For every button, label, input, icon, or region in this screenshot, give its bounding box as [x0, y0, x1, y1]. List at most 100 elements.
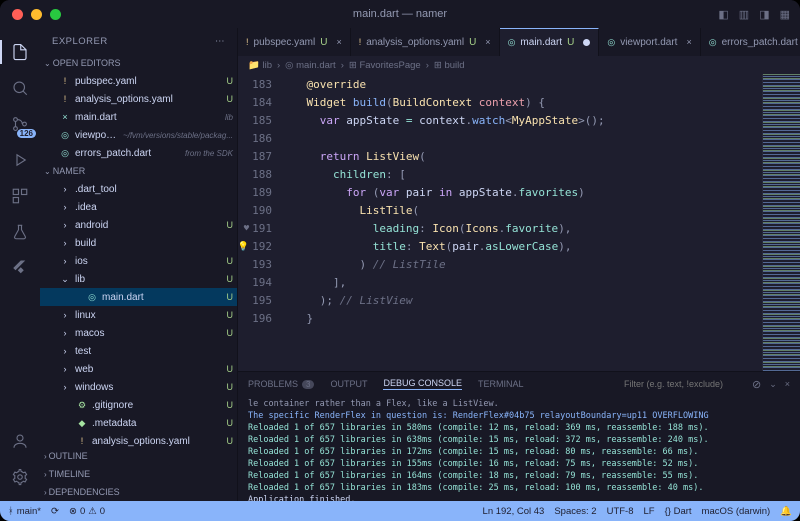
- breadcrumb-item[interactable]: ⊞ build: [434, 60, 465, 71]
- file-tree-item[interactable]: ›webU: [40, 360, 237, 378]
- console-line: Reloaded 1 of 657 libraries in 155ms (co…: [248, 458, 790, 470]
- outline-section[interactable]: ›OUTLINE: [40, 447, 237, 465]
- activity-bar: 126: [0, 28, 40, 501]
- file-icon: ◎: [607, 37, 615, 48]
- status-device[interactable]: macOS (darwin): [702, 506, 771, 517]
- gear-icon[interactable]: [0, 461, 40, 493]
- layout-panel-icon[interactable]: ▥: [739, 8, 749, 21]
- file-tree-item[interactable]: ◎main.dartU: [40, 288, 237, 306]
- code-area[interactable]: @override Widget build(BuildContext cont…: [280, 74, 762, 371]
- open-editor-item[interactable]: !analysis_options.yamlU: [40, 90, 237, 108]
- editor-tabs: !pubspec.yamlU×!analysis_options.yamlU×◎…: [238, 28, 800, 56]
- flutter-icon[interactable]: [0, 252, 40, 284]
- close-panel-icon[interactable]: ×: [785, 379, 790, 389]
- file-icon: ×: [58, 112, 72, 122]
- file-tree-item[interactable]: ›.dart_tool: [40, 180, 237, 198]
- customize-layout-icon[interactable]: ▦: [780, 8, 790, 21]
- status-eol[interactable]: LF: [644, 506, 655, 517]
- chevron-icon: ›: [58, 328, 72, 338]
- file-icon: !: [75, 436, 89, 446]
- file-tree-item[interactable]: ⚙.gitignoreU: [40, 396, 237, 414]
- accounts-icon[interactable]: [0, 425, 40, 457]
- status-lncol[interactable]: Ln 192, Col 43: [483, 506, 545, 517]
- console-line: le container rather than a Flex, like a …: [248, 398, 790, 410]
- close-tab-icon[interactable]: ×: [485, 37, 490, 47]
- file-tree-item[interactable]: ›build: [40, 234, 237, 252]
- console-line: Reloaded 1 of 657 libraries in 164ms (co…: [248, 470, 790, 482]
- status-errors[interactable]: ⊗ 0 ⚠ 0: [69, 506, 105, 517]
- file-icon: ◎: [508, 37, 516, 48]
- search-icon[interactable]: [0, 72, 40, 104]
- test-icon[interactable]: [0, 216, 40, 248]
- file-icon: !: [246, 37, 249, 47]
- file-tree-item[interactable]: !analysis_options.yamlU: [40, 432, 237, 447]
- breadcrumb-item[interactable]: ⊞ FavoritesPage: [349, 60, 421, 71]
- file-tree-item[interactable]: ›test: [40, 342, 237, 360]
- open-editors-section[interactable]: ⌄OPEN EDITORS: [40, 54, 237, 72]
- close-window[interactable]: [12, 9, 23, 20]
- chevron-icon: ›: [58, 364, 72, 374]
- editor-tab[interactable]: ◎viewport.dart×: [599, 28, 700, 56]
- layout-side-icon[interactable]: ◨: [759, 8, 769, 21]
- filter-input[interactable]: [624, 379, 744, 389]
- file-tree-item[interactable]: ⌄libU: [40, 270, 237, 288]
- file-tree-item[interactable]: ◆.metadataU: [40, 414, 237, 432]
- breadcrumb-item[interactable]: ◎ main.dart: [285, 60, 336, 71]
- explorer-icon[interactable]: [0, 36, 40, 68]
- panel: PROBLEMS3 OUTPUT DEBUG CONSOLE TERMINAL …: [238, 371, 800, 501]
- console-line: Reloaded 1 of 657 libraries in 638ms (co…: [248, 434, 790, 446]
- breadcrumb-item[interactable]: 📁 lib: [248, 60, 272, 71]
- window-title: main.dart — namer: [353, 8, 447, 20]
- zoom-window[interactable]: [50, 9, 61, 20]
- tab-problems[interactable]: PROBLEMS3: [248, 379, 314, 389]
- file-tree-item[interactable]: ›windowsU: [40, 378, 237, 396]
- file-icon: !: [58, 94, 72, 104]
- console-line: Reloaded 1 of 657 libraries in 183ms (co…: [248, 482, 790, 494]
- status-spaces[interactable]: Spaces: 2: [554, 506, 596, 517]
- chevron-icon: ›: [58, 238, 72, 248]
- editor-tab[interactable]: ◎main.dartU: [500, 28, 600, 56]
- file-tree-item[interactable]: ›iosU: [40, 252, 237, 270]
- dependencies-section[interactable]: ›DEPENDENCIES: [40, 483, 237, 501]
- tab-output[interactable]: OUTPUT: [330, 379, 367, 389]
- file-icon: !: [58, 76, 72, 86]
- timeline-section[interactable]: ›TIMELINE: [40, 465, 237, 483]
- status-notifications-icon[interactable]: 🔔: [780, 506, 792, 517]
- status-lang[interactable]: {} Dart: [665, 506, 692, 517]
- chevron-icon: ›: [58, 382, 72, 392]
- status-encoding[interactable]: UTF-8: [607, 506, 634, 517]
- scm-icon[interactable]: 126: [0, 108, 40, 140]
- clear-icon[interactable]: ⊘: [752, 378, 761, 391]
- breadcrumb[interactable]: 📁 lib›◎ main.dart›⊞ FavoritesPage›⊞ buil…: [238, 56, 800, 74]
- open-editor-item[interactable]: ◎errors_patch.dartfrom the SDK: [40, 144, 237, 162]
- file-tree-item[interactable]: ›macosU: [40, 324, 237, 342]
- layout-sidebar-icon[interactable]: ◧: [718, 8, 728, 21]
- minimap[interactable]: [762, 74, 800, 371]
- close-tab-icon[interactable]: ×: [686, 37, 691, 47]
- editor[interactable]: 183184185186187188189190♥191💡19219319419…: [238, 74, 800, 371]
- file-tree-item[interactable]: ›androidU: [40, 216, 237, 234]
- open-editor-item[interactable]: ◎viewport.dart~/fvm/versions/stable/pack…: [40, 126, 237, 144]
- minimize-window[interactable]: [31, 9, 42, 20]
- tab-terminal[interactable]: TERMINAL: [478, 379, 524, 389]
- debug-icon[interactable]: [0, 144, 40, 176]
- project-section[interactable]: ⌄NAMER: [40, 162, 237, 180]
- chevron-icon: ›: [58, 202, 72, 212]
- file-tree-item[interactable]: ›.idea: [40, 198, 237, 216]
- chevron-icon: ›: [58, 346, 72, 356]
- open-editor-item[interactable]: !pubspec.yamlU: [40, 72, 237, 90]
- tab-debug-console[interactable]: DEBUG CONSOLE: [383, 378, 462, 390]
- status-sync[interactable]: ⟳: [51, 506, 59, 517]
- editor-tab[interactable]: !pubspec.yamlU×: [238, 28, 351, 56]
- sidebar-more-icon[interactable]: ⋯: [215, 36, 225, 47]
- file-tree-item[interactable]: ›linuxU: [40, 306, 237, 324]
- chevron-icon: ›: [58, 310, 72, 320]
- open-editor-item[interactable]: ×main.dartlib: [40, 108, 237, 126]
- chevron-down-icon[interactable]: ⌄: [769, 379, 777, 390]
- editor-tab[interactable]: ◎errors_patch.dart×: [701, 28, 800, 56]
- status-branch[interactable]: ᚼ main*: [8, 506, 41, 517]
- editor-tab[interactable]: !analysis_options.yamlU×: [351, 28, 500, 56]
- console-line: Reloaded 1 of 657 libraries in 172ms (co…: [248, 446, 790, 458]
- extensions-icon[interactable]: [0, 180, 40, 212]
- close-tab-icon[interactable]: ×: [336, 37, 341, 47]
